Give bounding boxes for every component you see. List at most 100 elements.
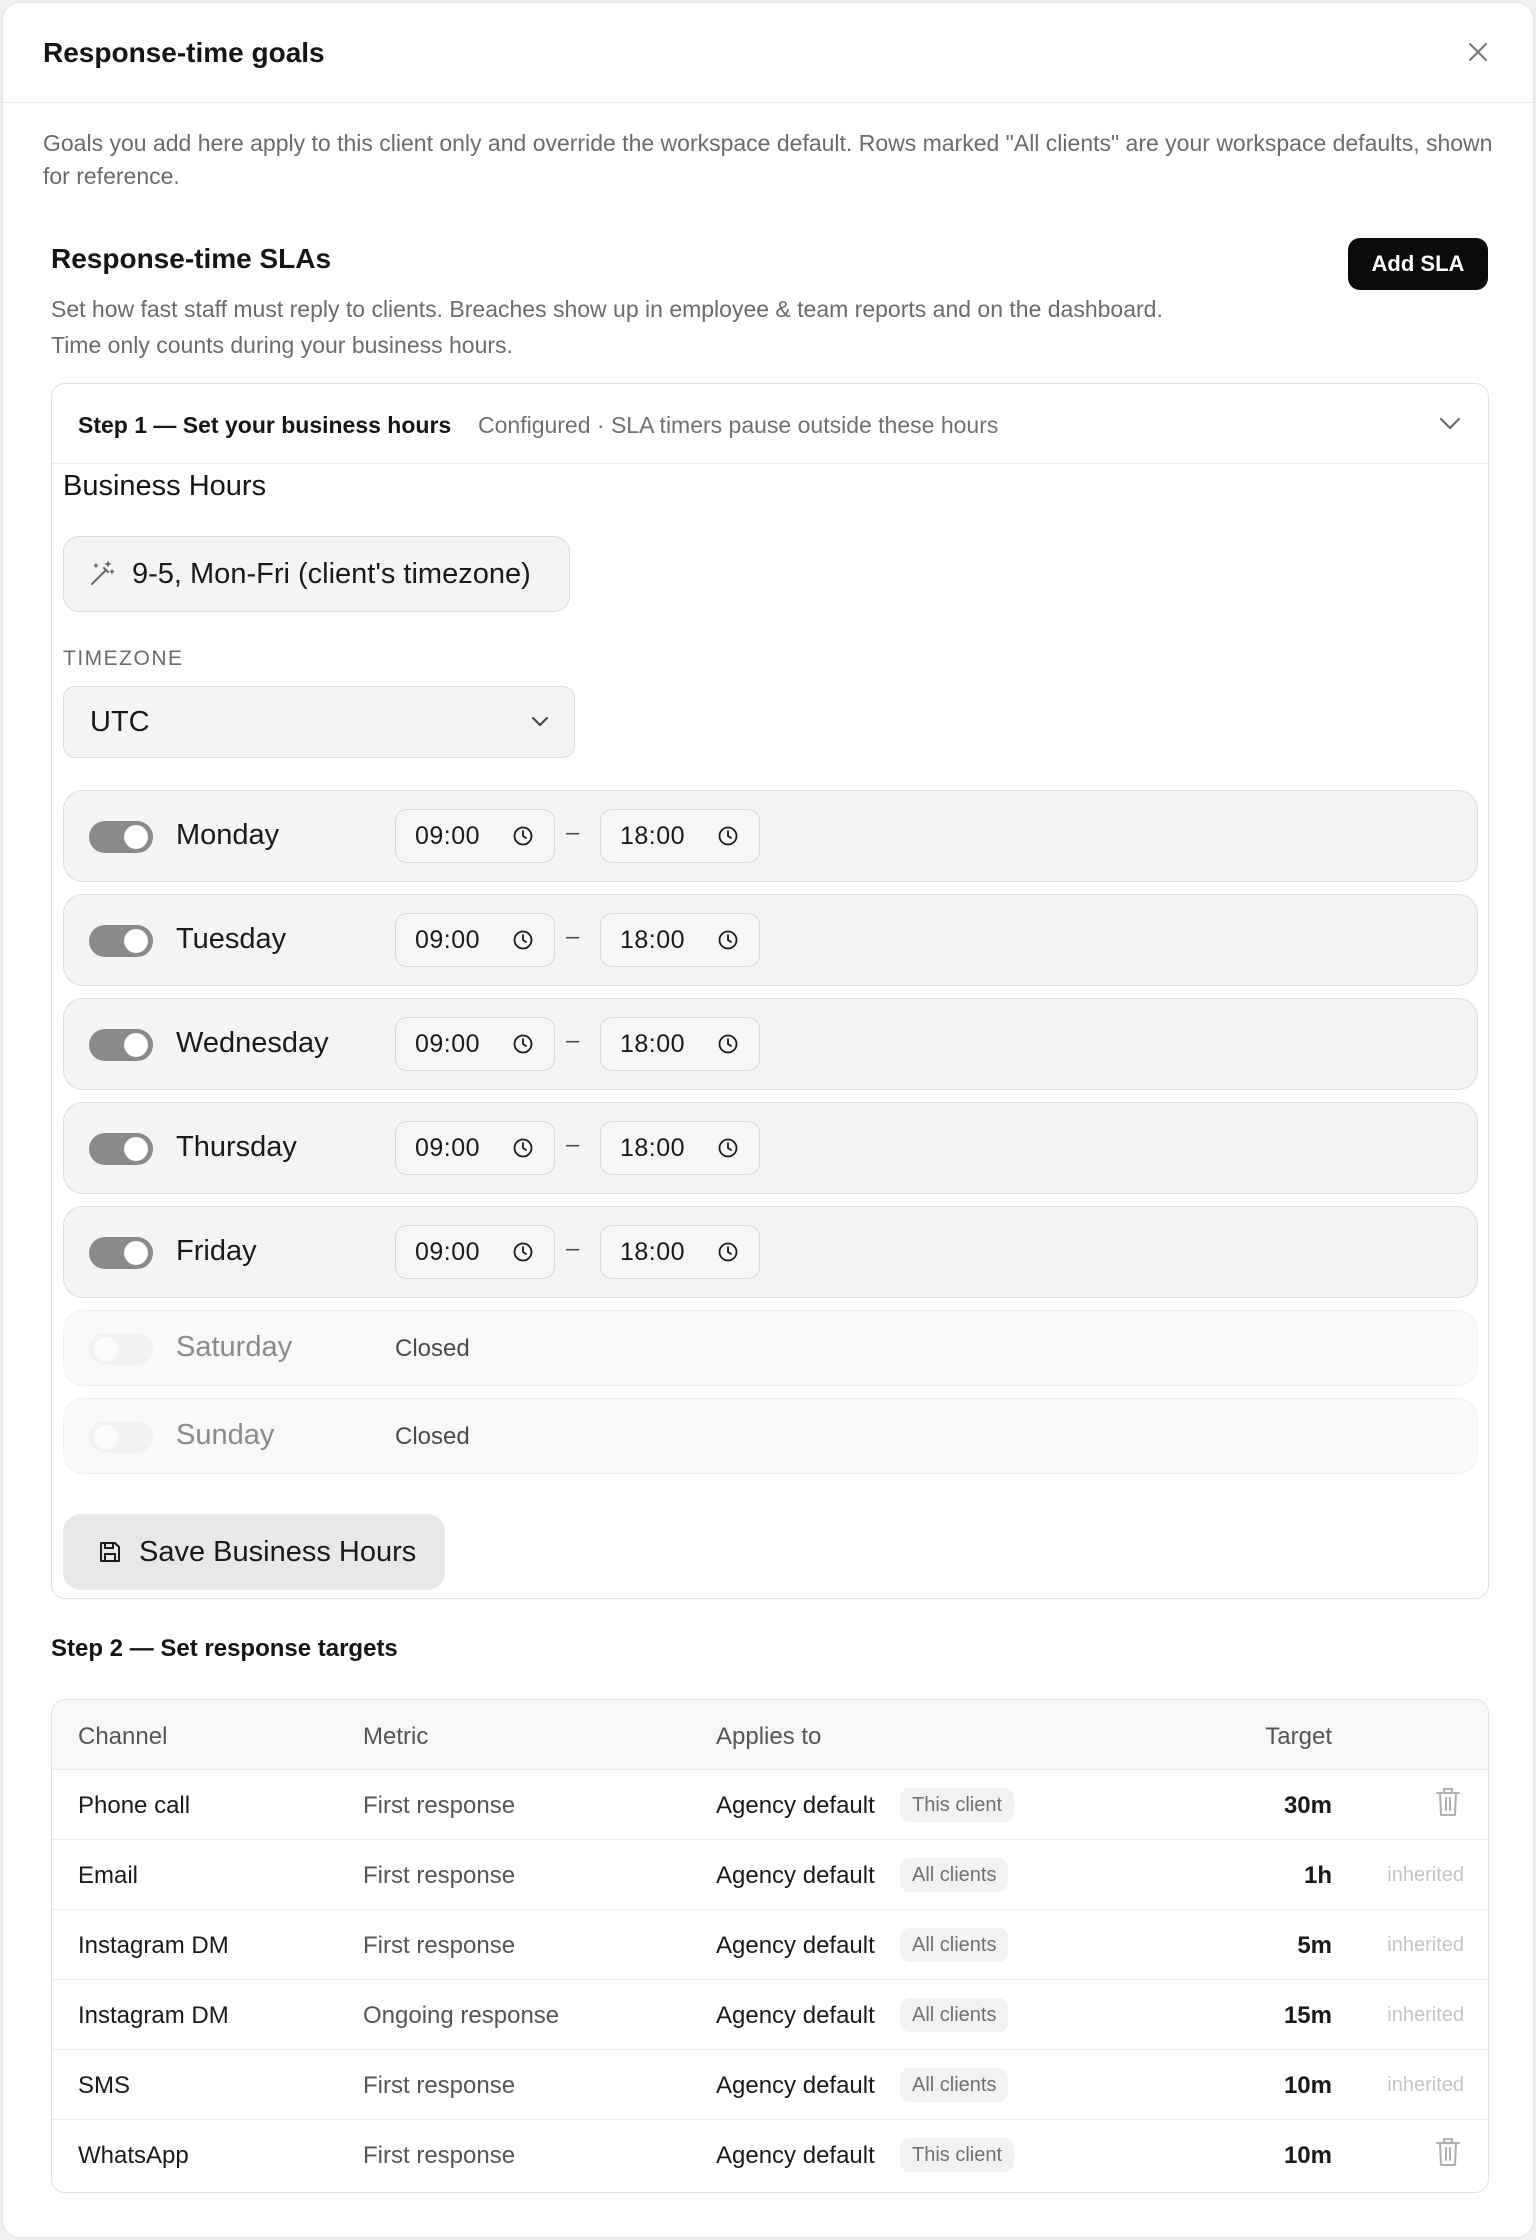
modal-title: Response-time goals [43, 37, 325, 68]
timezone-label: TIMEZONE [63, 647, 184, 670]
day-name: Friday [176, 1235, 257, 1267]
metric-cell: First response [363, 1862, 516, 1889]
table-row: Phone call First response Agency default… [52, 1770, 1488, 1840]
close-button[interactable] [1463, 37, 1493, 67]
step1-header[interactable]: Step 1 — Set your business hours Configu… [52, 384, 1488, 464]
thursday-end-time[interactable]: 18:00 [600, 1121, 760, 1175]
sunday-toggle[interactable] [89, 1421, 153, 1453]
end-time-value: 18:00 [620, 821, 686, 850]
scope-badge: All clients [900, 2068, 1009, 2102]
target-cell: 5m [1297, 1932, 1332, 1959]
clock-icon [718, 1242, 738, 1262]
metric-cell: First response [363, 2072, 516, 2099]
start-time-value: 09:00 [415, 821, 481, 850]
applies-to-cell: Agency default [716, 2072, 875, 2099]
step1-title: Step 1 — Set your business hours [78, 412, 452, 438]
day-name: Sunday [176, 1419, 275, 1451]
wednesday-end-time[interactable]: 18:00 [600, 1017, 760, 1071]
target-cell: 15m [1283, 2002, 1332, 2029]
tuesday-start-time[interactable]: 09:00 [395, 913, 555, 967]
add-sla-button[interactable]: Add SLA [1348, 238, 1488, 290]
modal-header: Response-time goals [3, 3, 1533, 103]
monday-end-time[interactable]: 18:00 [600, 809, 760, 863]
target-cell: 10m [1283, 2072, 1332, 2099]
metric-cell: First response [363, 1932, 516, 1959]
clock-icon [718, 930, 738, 950]
table-row: Instagram DM First response Agency defau… [52, 1910, 1488, 1980]
table-header: Channel Metric Applies to Target [52, 1700, 1488, 1770]
column-header-metric: Metric [363, 1723, 429, 1750]
scope-badge: All clients [900, 1998, 1009, 2032]
trash-icon[interactable] [1434, 1786, 1462, 1818]
wednesday-start-time[interactable]: 09:00 [395, 1017, 555, 1071]
day-name: Monday [176, 819, 280, 851]
chevron-down-icon [1436, 410, 1464, 438]
chevron-down-icon [531, 716, 549, 727]
wednesday-toggle[interactable] [89, 1029, 153, 1061]
start-time-value: 09:00 [415, 925, 481, 954]
trash-icon[interactable] [1434, 2136, 1462, 2168]
applies-to-cell: Agency default [716, 2142, 875, 2169]
channel-cell: SMS [78, 2072, 131, 2099]
step2-title: Step 2 — Set response targets [51, 1635, 398, 1662]
monday-toggle[interactable] [89, 821, 153, 853]
column-header-applies-to: Applies to [716, 1723, 822, 1750]
time-range-dash: – [566, 1027, 580, 1054]
channel-cell: Instagram DM [78, 1932, 229, 1959]
clock-icon [718, 826, 738, 846]
day-name: Wednesday [176, 1027, 329, 1059]
preset-hours-button[interactable]: 9-5, Mon-Fri (client's timezone) [63, 536, 570, 612]
thursday-toggle[interactable] [89, 1133, 153, 1165]
day-row-thursday: Thursday 09:00 – 18:00 [63, 1102, 1478, 1194]
applies-to-cell: Agency default [716, 1932, 875, 1959]
channel-cell: Phone call [78, 1792, 191, 1819]
scope-badge: This client [900, 2138, 1015, 2172]
business-hours-title: Business Hours [63, 470, 267, 502]
day-name: Thursday [176, 1131, 297, 1163]
thursday-start-time[interactable]: 09:00 [395, 1121, 555, 1175]
start-time-value: 09:00 [415, 1029, 481, 1058]
target-cell: 30m [1283, 1792, 1332, 1819]
clock-icon [718, 1034, 738, 1054]
column-header-channel: Channel [78, 1723, 168, 1750]
tuesday-end-time[interactable]: 18:00 [600, 913, 760, 967]
day-row-saturday: Saturday Closed [63, 1310, 1478, 1386]
table-row: Email First response Agency default All … [52, 1840, 1488, 1910]
day-name: Saturday [176, 1331, 293, 1363]
save-icon [100, 1542, 120, 1562]
preset-hours-label: 9-5, Mon-Fri (client's timezone) [132, 557, 531, 590]
time-range-dash: – [566, 819, 580, 846]
start-time-value: 09:00 [415, 1133, 481, 1162]
saturday-toggle[interactable] [89, 1333, 153, 1365]
inherited-label: inherited [1387, 1864, 1464, 1886]
friday-start-time[interactable]: 09:00 [395, 1225, 555, 1279]
column-header-target: Target [1265, 1723, 1332, 1750]
clock-icon [513, 1034, 533, 1054]
metric-cell: First response [363, 1792, 516, 1819]
timezone-select[interactable]: UTC [63, 686, 575, 758]
applies-to-cell: Agency default [716, 1792, 875, 1819]
clock-icon [513, 1242, 533, 1262]
table-row: SMS First response Agency default All cl… [52, 2050, 1488, 2120]
metric-cell: Ongoing response [363, 2002, 560, 2029]
save-business-hours-button[interactable]: Save Business Hours [63, 1514, 445, 1590]
timezone-value: UTC [90, 705, 150, 738]
clock-icon [718, 1138, 738, 1158]
day-row-monday: Monday 09:00 – 18:00 [63, 790, 1478, 882]
friday-toggle[interactable] [89, 1237, 153, 1269]
inherited-label: inherited [1387, 1934, 1464, 1956]
sla-section-title: Response-time SLAs [51, 243, 332, 274]
end-time-value: 18:00 [620, 1237, 686, 1266]
response-targets-table: Channel Metric Applies to Target Phone c… [51, 1699, 1489, 2193]
channel-cell: Instagram DM [78, 2002, 229, 2029]
table-row: WhatsApp First response Agency default T… [52, 2120, 1488, 2190]
time-range-dash: – [566, 1131, 580, 1158]
close-icon [1468, 42, 1488, 62]
end-time-value: 18:00 [620, 1133, 686, 1162]
friday-end-time[interactable]: 18:00 [600, 1225, 760, 1279]
inherited-label: inherited [1387, 2074, 1464, 2096]
day-row-wednesday: Wednesday 09:00 – 18:00 [63, 998, 1478, 1090]
monday-start-time[interactable]: 09:00 [395, 809, 555, 863]
tuesday-toggle[interactable] [89, 925, 153, 957]
closed-status: Closed [395, 1423, 470, 1450]
